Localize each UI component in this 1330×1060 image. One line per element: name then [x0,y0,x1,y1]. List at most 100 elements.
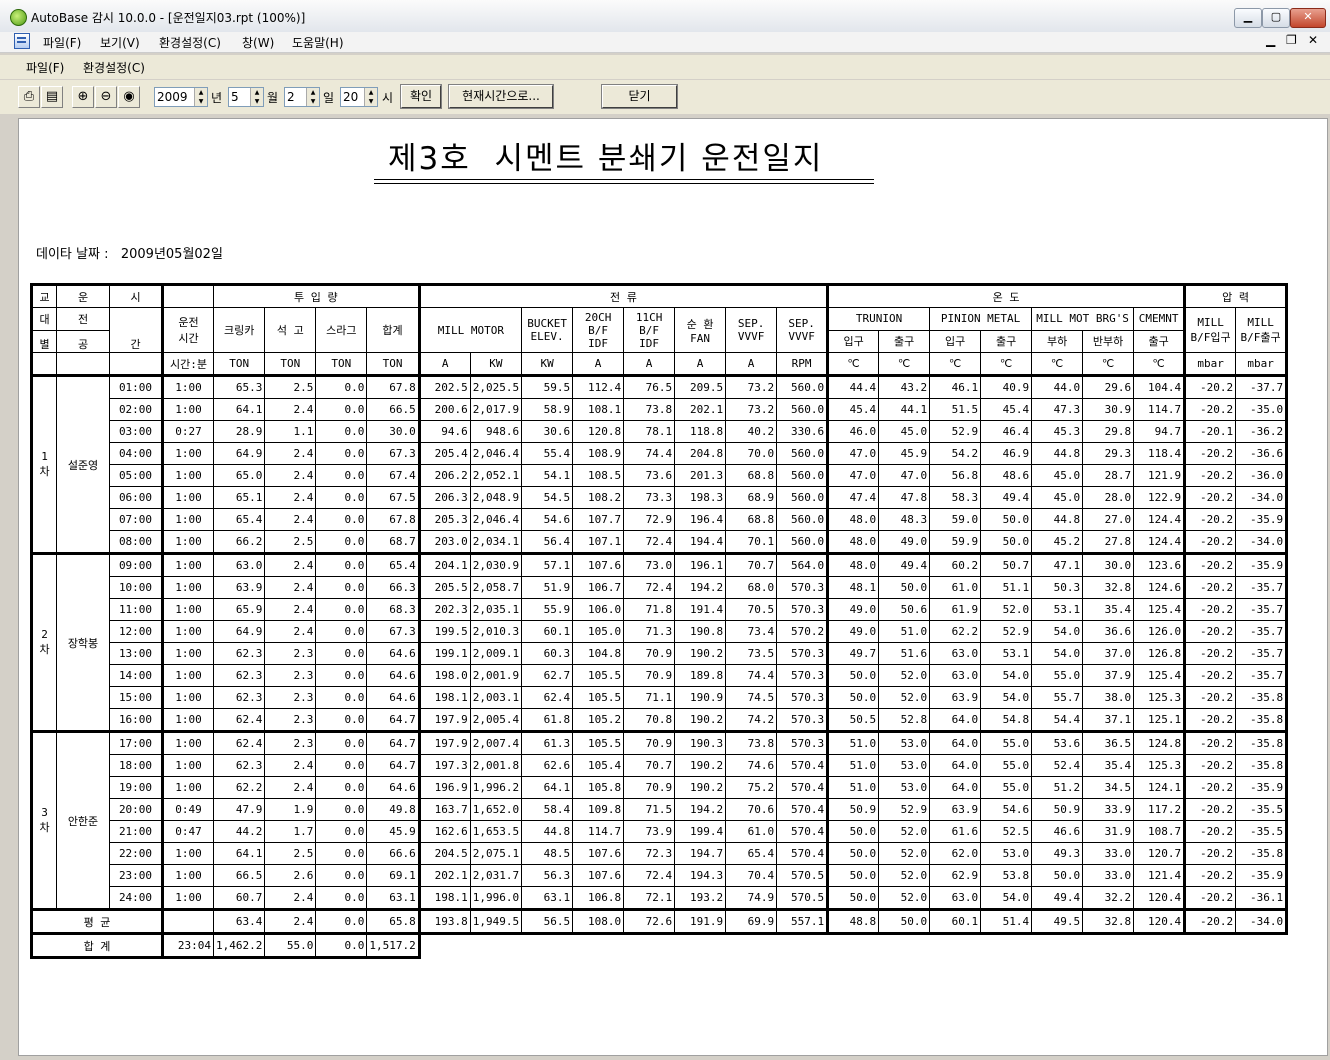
average-cell: 63.4 [212,909,266,935]
time-cell: 12:00 [109,620,164,643]
day-spinner[interactable]: 2 ▲ ▼ [284,87,320,107]
value-cell: 108.2 [572,486,625,509]
value-cell: 31.9 [1082,820,1135,843]
value-cell: 106.7 [572,576,625,599]
value-cell: -20.2 [1184,620,1237,643]
average-cell: 120.4 [1133,909,1187,935]
value-cell: 72.4 [623,530,676,555]
value-cell: 196.9 [418,776,471,799]
window-title-bar: AutoBase 감시 10.0.0 - [운전일지03.rpt (100%)]… [0,0,1330,33]
value-cell: 202.1 [418,864,471,887]
close-window-button[interactable]: ✕ [1290,8,1326,28]
value-cell: 107.6 [572,864,625,887]
print-preview-icon[interactable]: ▤ [41,86,63,108]
confirm-button[interactable]: 확인 [400,84,442,109]
menu-settings[interactable]: 환경설정(C) [159,34,221,51]
average-cell: 32.8 [1082,909,1135,935]
mdi-restore-icon[interactable]: ❐ [1286,33,1297,47]
value-cell: 66.3 [366,576,421,599]
unit-cell: KW [521,352,574,377]
value-cell: 1,996.0 [469,886,523,911]
table-row: 11:00 1:00 65.9 2.4 0.0 68.3 202.3 2,035.1 55.9 1… [32,598,1289,621]
value-cell: 29.3 [1082,442,1135,465]
spinner-arrows-icon[interactable]: ▲ ▼ [364,88,377,106]
value-cell: -20.2 [1184,886,1237,911]
gypsum-header: 석 고 [264,307,317,353]
maximize-button[interactable]: ▢ [1262,8,1290,28]
value-cell: 49.0 [878,530,931,555]
value-cell: 1:00 [162,508,214,531]
value-cell: 1,996.2 [469,776,523,799]
current-time-button[interactable]: 현재시간으로... [448,84,554,109]
value-cell: 105.5 [572,686,625,709]
value-cell: 67.3 [366,620,421,643]
report-menu-file[interactable]: 파일(F) [26,59,64,76]
value-cell: 94.7 [1133,420,1187,443]
value-cell: 124.8 [1133,731,1187,755]
average-cell: 56.5 [521,909,574,935]
value-cell: 74.9 [725,886,778,911]
value-cell: 163.7 [418,798,471,821]
time-cell: 19:00 [109,776,164,799]
value-cell: 53.0 [878,731,931,755]
value-cell: 59.0 [929,508,982,531]
menu-help[interactable]: 도움말(H) [292,34,344,51]
print-icon[interactable]: ⎙ [18,86,40,108]
value-cell: 62.3 [212,686,266,709]
hour-spinner[interactable]: 20 ▲ ▼ [340,87,378,107]
mdi-close-icon[interactable]: ✕ [1308,33,1318,47]
unit-cell: ℃ [1031,352,1084,377]
report-menu-settings[interactable]: 환경설정(C) [83,59,145,76]
value-cell: 46.6 [1031,820,1084,843]
average-cell: 72.6 [623,909,676,935]
mdi-minimize-icon[interactable]: ▁ [1266,33,1275,47]
value-cell: 71.5 [623,798,676,821]
value-cell: 190.8 [674,620,727,643]
value-cell: 54.6 [521,508,574,531]
value-cell: 74.5 [725,686,778,709]
value-cell: 68.8 [725,508,778,531]
table-row: 3 차 안한준 17:00 1:00 62.4 2.3 0.0 64.7 197.9 2,007.… [30,730,1289,911]
zoom-out-icon[interactable]: ⊖ [95,86,117,108]
export-icon[interactable]: ◉ [118,86,140,108]
spinner-arrows-icon[interactable]: ▲ ▼ [250,88,263,106]
value-cell: -20.2 [1184,508,1237,531]
value-cell: 50.0 [827,886,880,911]
menu-window[interactable]: 창(W) [242,34,274,51]
value-cell: 63.1 [366,886,421,911]
spinner-arrows-icon[interactable]: ▲ ▼ [194,88,207,106]
operator-cell: 장학봉 [56,552,110,733]
clinker-header: 크링카 [212,307,266,353]
spinner-arrows-icon[interactable]: ▲ ▼ [306,88,319,106]
value-cell: 1:00 [162,776,214,799]
value-cell: 2.4 [264,508,317,531]
zoom-in-icon[interactable]: ⊕ [72,86,94,108]
value-cell: 2.4 [264,442,317,465]
value-cell: 1.7 [264,820,317,843]
value-cell: -35.9 [1235,864,1289,887]
value-cell: 66.5 [212,864,266,887]
value-cell: 35.4 [1082,598,1135,621]
value-cell: 51.5 [929,398,982,421]
value-cell: 193.2 [674,886,727,911]
month-value: 5 [231,90,239,104]
document-icon[interactable] [14,33,30,49]
value-cell: 64.9 [212,620,266,643]
value-cell: 191.4 [674,598,727,621]
menu-file[interactable]: 파일(F) [43,34,81,51]
minimize-button[interactable]: ▁ [1234,8,1262,28]
value-cell: 0:49 [162,798,214,821]
year-unit: 년 [211,91,223,105]
11ch-bf-idf-header: 11CH B/F IDF [623,307,676,353]
year-spinner[interactable]: 2009 ▲ ▼ [154,87,208,107]
menu-view[interactable]: 보기(V) [100,34,140,51]
close-report-button[interactable]: 닫기 [601,84,678,109]
value-cell: 194.2 [674,798,727,821]
value-cell: 50.3 [1031,576,1084,599]
value-cell: 46.9 [980,442,1033,465]
table-row: 12:00 1:00 64.9 2.4 0.0 67.3 199.5 2,010.3 60.1 1… [32,620,1289,643]
value-cell: 62.0 [929,842,982,865]
value-cell: 61.0 [725,820,778,843]
month-spinner[interactable]: 5 ▲ ▼ [228,87,264,107]
value-cell: 190.3 [674,731,727,755]
